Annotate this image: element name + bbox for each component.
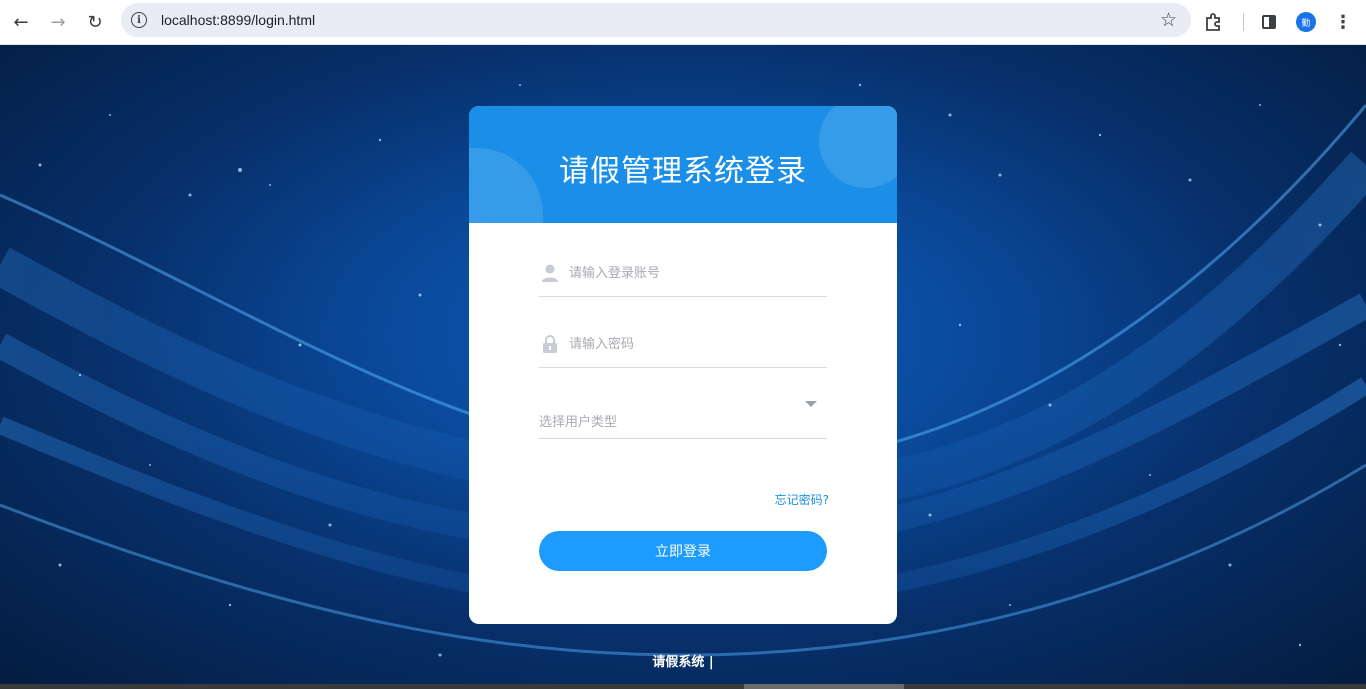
side-panel-icon[interactable]	[1262, 15, 1276, 29]
profile-avatar[interactable]: 勤	[1296, 12, 1316, 32]
user-type-select[interactable]: 选择用户类型	[539, 392, 827, 439]
user-type-placeholder: 选择用户类型	[539, 414, 618, 430]
reload-icon[interactable]: ↻	[79, 6, 111, 38]
back-icon[interactable]: ←	[5, 6, 37, 38]
site-info-icon[interactable]: i	[131, 12, 147, 28]
address-bar[interactable]: i localhost:8899/login.html ☆	[121, 3, 1191, 37]
kebab-menu-icon[interactable]: ⋮	[1334, 12, 1352, 33]
password-field[interactable]	[539, 321, 827, 368]
extensions-icon[interactable]	[1203, 12, 1223, 32]
login-card: 请假管理系统登录 选择用户类型 忘记密码? 立即登录	[469, 106, 897, 624]
browser-toolbar: ← → ↻ i localhost:8899/login.html ☆ 勤 ⋮	[0, 0, 1366, 45]
scrollbar-thumb[interactable]	[744, 684, 904, 689]
login-button[interactable]: 立即登录	[539, 531, 827, 571]
toolbar-divider	[1243, 13, 1244, 31]
chevron-down-icon	[805, 401, 817, 407]
forgot-password-link[interactable]: 忘记密码?	[775, 491, 829, 508]
forward-icon[interactable]: →	[42, 6, 74, 38]
login-card-header: 请假管理系统登录	[469, 106, 897, 223]
login-title: 请假管理系统登录	[559, 154, 807, 189]
username-input[interactable]	[567, 264, 811, 282]
horizontal-scrollbar[interactable]	[0, 684, 1366, 689]
bookmark-star-icon[interactable]: ☆	[1160, 9, 1177, 31]
username-field[interactable]	[539, 250, 827, 297]
user-icon	[542, 264, 558, 282]
footer-text: 请假系统 |	[652, 655, 714, 670]
lock-icon	[543, 335, 557, 353]
url-text[interactable]: localhost:8899/login.html	[161, 12, 315, 28]
password-input[interactable]	[567, 335, 811, 353]
